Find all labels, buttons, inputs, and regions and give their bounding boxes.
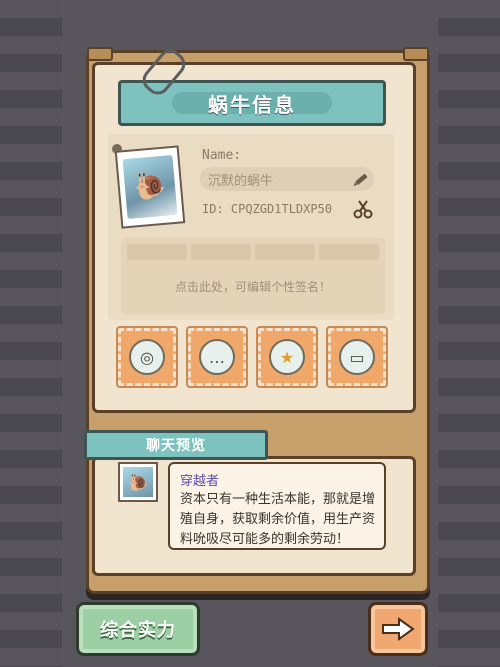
snail-avatar-icon: 🐌 [123, 467, 153, 497]
chat-preview-header: 聊天预览 [84, 430, 268, 460]
scissors-icon[interactable] [352, 198, 374, 220]
pencil-edit-icon[interactable] [352, 170, 370, 188]
name-value: 沉默的蜗牛 [208, 173, 274, 189]
signature-segments [127, 244, 379, 260]
snail-avatar-icon: 🐌 [122, 154, 178, 220]
chat-avatar: 🐌 [118, 462, 158, 502]
name-label: Name: [202, 148, 242, 163]
next-button[interactable] [368, 602, 428, 656]
badge-ribbon[interactable]: ▭ [328, 328, 386, 386]
rivet-top-left [87, 47, 113, 61]
signature-editor[interactable]: 点击此处，可编辑个性签名！ [121, 238, 385, 314]
badge-chat[interactable]: … [188, 328, 246, 386]
chat-preview-title: 聊天预览 [146, 438, 206, 454]
badge-row: ◎ … ★ ▭ [118, 328, 386, 386]
star-medal-badge-icon: ★ [269, 339, 305, 375]
overall-strength-button[interactable]: 综合实力 [76, 602, 200, 656]
user-id: ID: CPQZGD1TLDXP50 [202, 202, 333, 216]
spiral-badge-icon: ◎ [129, 339, 165, 375]
chat-author: 穿越者 [180, 474, 220, 489]
right-arrow-icon [382, 617, 415, 641]
avatar[interactable]: 🐌 [114, 145, 186, 229]
chat-bubble-badge-icon: … [199, 339, 235, 375]
signature-hint: 点击此处，可编辑个性签名！ [174, 280, 331, 294]
right-backdrop [438, 0, 500, 667]
name-field[interactable]: 沉默的蜗牛 [200, 167, 374, 191]
rivet-top-right [403, 47, 429, 61]
ribbon-badge-icon: ▭ [339, 339, 375, 375]
badge-spiral[interactable]: ◎ [118, 328, 176, 386]
left-backdrop [0, 0, 62, 667]
badge-star[interactable]: ★ [258, 328, 316, 386]
page-title: 蜗牛信息 [172, 92, 332, 117]
chat-message: 资本只有一种生活本能，那就是增殖自身，获取剩余价值，用生产资料吮吸尽可能多的剩余… [180, 492, 376, 547]
overall-strength-label: 综合实力 [100, 620, 176, 641]
chat-bubble: 穿越者 资本只有一种生活本能，那就是增殖自身，获取剩余价值，用生产资料吮吸尽可能… [168, 462, 386, 550]
